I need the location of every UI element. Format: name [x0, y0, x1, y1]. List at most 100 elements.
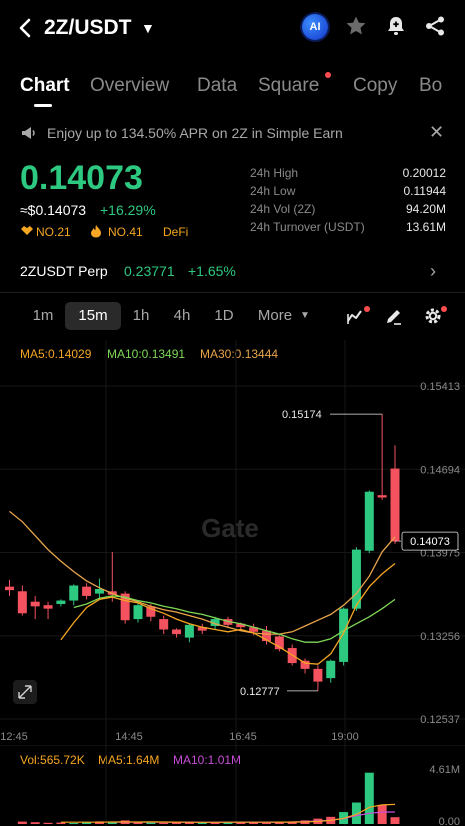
candlestick-chart[interactable]: Gate0.154130.146940.139750.132560.125371… — [0, 340, 465, 745]
candle-body — [43, 605, 53, 609]
candle-body — [313, 668, 323, 682]
back-icon[interactable] — [16, 14, 36, 42]
volume-bar — [69, 823, 79, 825]
last-price: 0.14073 — [20, 159, 143, 197]
interval-1h[interactable]: 1h — [126, 302, 156, 330]
fiat-price: ≈$0.14073 — [20, 202, 87, 218]
sector-tag[interactable]: DeFi — [163, 224, 188, 240]
handshake-icon — [20, 224, 34, 240]
volume-chart[interactable]: 4.61M 0.00 — [0, 745, 465, 826]
stat-value: 94.20M — [405, 202, 446, 216]
volume-bar — [262, 822, 271, 824]
candle-body — [377, 495, 387, 498]
rank-tag-2[interactable]: NO.41 — [108, 224, 143, 240]
rank-tag-1[interactable]: NO.21 — [36, 224, 71, 240]
stat-label: 24h High — [250, 166, 299, 180]
candle-body — [159, 619, 169, 630]
volume-bar — [30, 822, 40, 824]
stat-24h-vol: 24h Vol (2Z) 94.20M — [250, 200, 446, 218]
tab-bots[interactable]: Bo — [419, 74, 442, 98]
candle-body — [82, 586, 92, 596]
price-change: +16.29% — [100, 202, 156, 218]
low-price-label: 0.12777 — [240, 686, 280, 698]
ai-icon[interactable]: AI — [302, 14, 328, 40]
current-price-label: 0.14073 — [410, 536, 450, 548]
volume-bar — [159, 822, 169, 824]
stat-value: 13.61M — [405, 220, 446, 234]
settings-icon[interactable] — [423, 306, 443, 326]
x-tick-label: 16:45 — [229, 731, 257, 743]
promo-banner[interactable]: Enjoy up to 134.50% APR on 2Z in Simple … — [0, 118, 465, 148]
caret-down-icon: ▼ — [300, 310, 310, 321]
tab-overview[interactable]: Overview — [90, 74, 169, 98]
stat-24h-low: 24h Low 0.11944 — [250, 182, 446, 200]
divider — [0, 292, 465, 293]
volume-bar — [17, 821, 27, 824]
star-icon[interactable] — [344, 14, 372, 42]
perp-price: 0.23771 — [124, 263, 175, 279]
watermark-text: Gate — [201, 513, 259, 543]
indicators-icon[interactable] — [346, 306, 366, 326]
volume-bar — [377, 804, 387, 824]
x-tick-label: 12:45 — [0, 731, 28, 743]
candle-body — [56, 600, 66, 605]
volume-bar — [43, 822, 53, 824]
volume-bar — [210, 822, 220, 824]
candle-body — [5, 586, 14, 591]
perp-change: +1.65% — [188, 263, 236, 279]
interval-1m[interactable]: 1m — [26, 302, 60, 330]
y-tick-label: 0.14694 — [420, 464, 460, 476]
draw-pen-icon[interactable] — [384, 306, 404, 326]
interval-bar: 1m 15m 1h 4h 1D More ▼ — [0, 300, 465, 332]
y-tick-label: 0.13256 — [420, 631, 460, 643]
perp-name: 2ZUSDT Perp — [20, 263, 108, 279]
stat-24h-high: 24h High 0.20012 — [250, 164, 446, 182]
main-tabs: Chart Overview Data Square Copy Bo — [0, 66, 465, 110]
candle-body — [390, 468, 400, 542]
interval-more[interactable]: More — [254, 302, 296, 330]
flame-icon — [90, 224, 102, 242]
tab-chart[interactable]: Chart — [20, 74, 70, 98]
caret-down-icon[interactable]: ▼ — [141, 18, 155, 38]
candle-body — [364, 491, 374, 551]
candle-body — [69, 585, 79, 601]
megaphone-icon — [20, 124, 38, 142]
top-bar: 2Z/USDT ▼ AI — [0, 0, 465, 56]
stat-label: 24h Turnover (USDT) — [250, 220, 365, 234]
interval-1d[interactable]: 1D — [208, 302, 240, 330]
close-icon[interactable]: ✕ — [429, 121, 444, 143]
banner-text: Enjoy up to 134.50% APR on 2Z in Simple … — [47, 125, 343, 141]
perp-link-row[interactable]: 2ZUSDT Perp 0.23771 +1.65% › — [0, 258, 465, 284]
chevron-right-icon: › — [430, 261, 436, 281]
candle-body — [300, 660, 310, 669]
candle-body — [184, 624, 194, 638]
interval-4h[interactable]: 4h — [167, 302, 197, 330]
x-tick-label: 14:45 — [115, 731, 143, 743]
bell-plus-icon[interactable] — [384, 14, 412, 42]
pair-title[interactable]: 2Z/USDT — [44, 14, 132, 42]
candle-body — [30, 601, 40, 607]
volume-bar — [390, 817, 400, 824]
interval-15m[interactable]: 15m — [65, 302, 121, 330]
notification-dot — [364, 306, 370, 312]
tab-copy[interactable]: Copy — [353, 74, 397, 98]
high-price-label: 0.15174 — [282, 409, 322, 421]
y-tick-label: 0.12537 — [420, 714, 460, 726]
stat-24h-turnover: 24h Turnover (USDT) 13.61M — [250, 218, 446, 236]
stat-label: 24h Vol (2Z) — [250, 202, 316, 216]
notification-dot — [325, 72, 331, 78]
volume-bar — [364, 772, 374, 824]
tab-data[interactable]: Data — [197, 74, 237, 98]
candle-body — [326, 660, 336, 679]
x-tick-label: 19:00 — [331, 731, 359, 743]
volume-y-tick: 0.00 — [439, 816, 460, 826]
stat-value: 0.11944 — [403, 184, 447, 198]
candle-body — [17, 591, 27, 614]
share-icon[interactable] — [423, 14, 451, 42]
notification-dot — [441, 306, 447, 312]
y-tick-label: 0.15413 — [420, 381, 460, 393]
volume-bar — [146, 822, 156, 824]
stat-label: 24h Low — [250, 184, 296, 198]
tab-square[interactable]: Square — [258, 74, 319, 98]
candle-body — [133, 605, 143, 620]
